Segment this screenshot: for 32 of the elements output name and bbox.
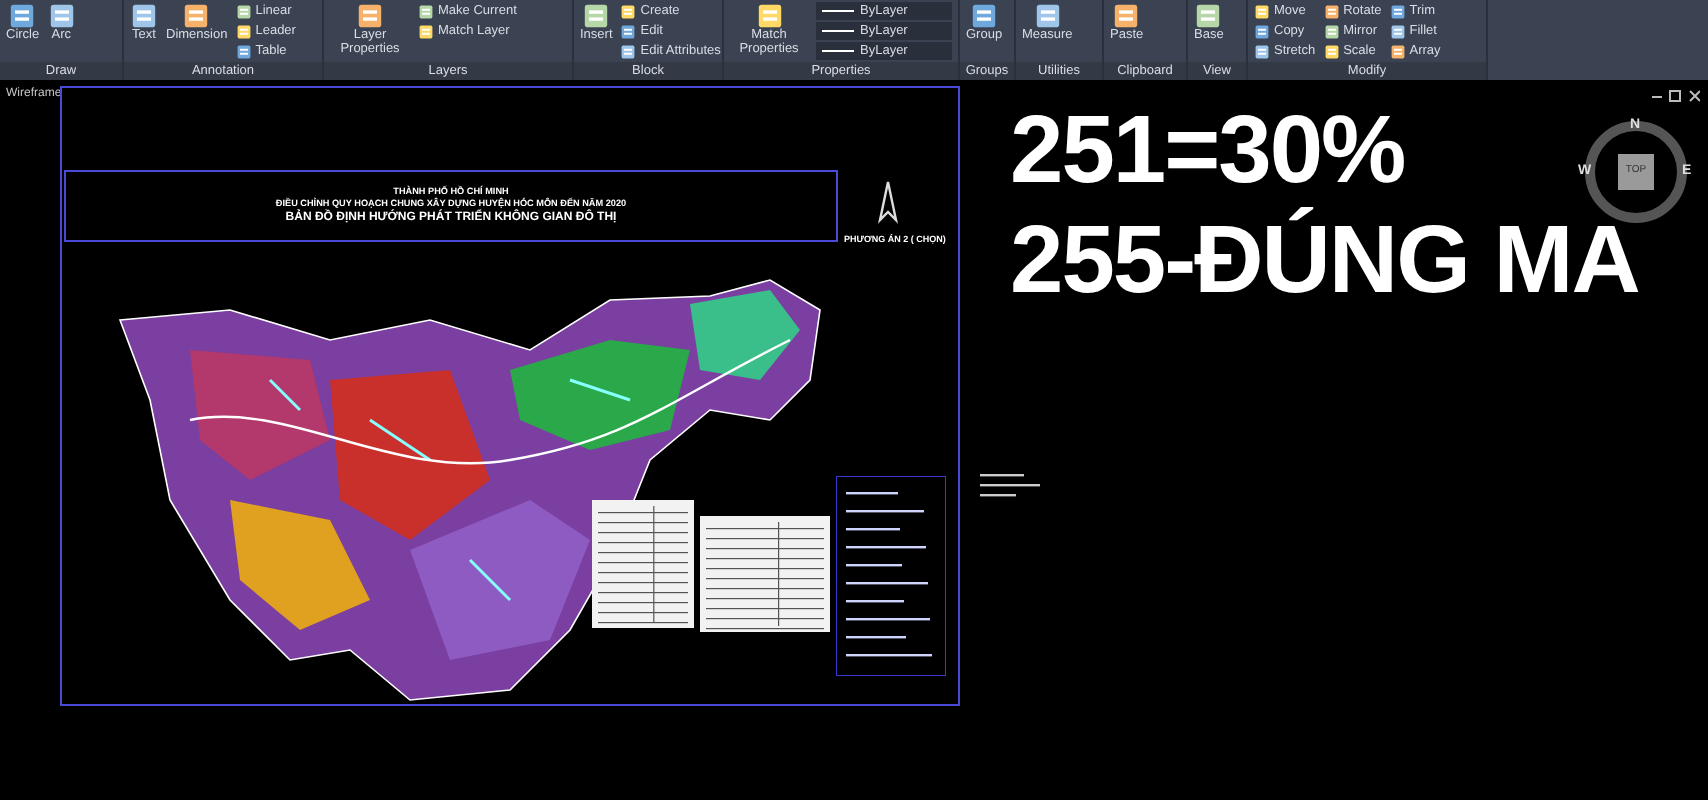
tool-icon bbox=[47, 2, 76, 30]
tool-icon bbox=[235, 44, 252, 60]
legend-table-drawing bbox=[700, 516, 830, 632]
tool-icon bbox=[620, 44, 637, 60]
window-controls-icon bbox=[1652, 90, 1700, 102]
tool-icon bbox=[1323, 44, 1340, 60]
tool-icon bbox=[970, 2, 999, 30]
tool-icon bbox=[1323, 4, 1340, 20]
tool-icon bbox=[130, 2, 158, 30]
tool-icon bbox=[755, 2, 783, 30]
tool-icon bbox=[235, 24, 252, 40]
tool-icon bbox=[1194, 2, 1223, 30]
tool-icon bbox=[1254, 24, 1270, 40]
tool-icon bbox=[182, 2, 211, 30]
tool-icon bbox=[1254, 44, 1270, 60]
legend-table-drawing bbox=[592, 500, 694, 628]
tool-icon bbox=[356, 2, 384, 30]
tool-icon bbox=[582, 2, 611, 30]
tool-icon bbox=[1389, 44, 1406, 60]
tool-icon bbox=[1254, 4, 1270, 20]
tool-icon bbox=[620, 24, 637, 40]
tool-icon bbox=[1323, 24, 1340, 40]
tool-icon bbox=[1389, 24, 1406, 40]
tool-icon bbox=[620, 4, 637, 20]
tool-icon bbox=[1389, 4, 1406, 20]
tool-icon bbox=[235, 4, 252, 20]
headline-text: 251=30% bbox=[1010, 104, 1405, 200]
tool-icon bbox=[1112, 2, 1141, 30]
tool-icon bbox=[418, 4, 434, 20]
tool-icon bbox=[8, 2, 37, 30]
tool-icon bbox=[1033, 2, 1062, 30]
tool-icon bbox=[418, 24, 434, 40]
